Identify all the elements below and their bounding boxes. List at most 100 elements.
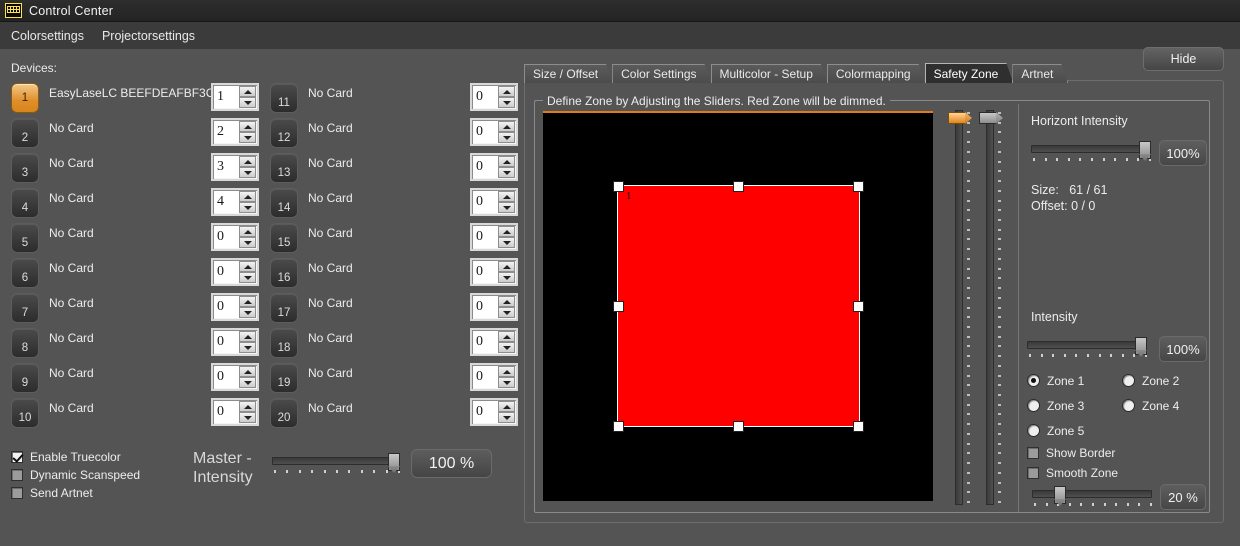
device-spinner-19[interactable]: 0 — [470, 363, 518, 391]
radio-row[interactable]: Zone 5 — [1027, 418, 1122, 443]
horizont-intensity-slider[interactable] — [1031, 141, 1151, 167]
checkbox-send-artnet[interactable] — [11, 487, 23, 499]
device-spinner-5[interactable]: 0 — [211, 223, 259, 251]
zone-rectangle[interactable]: 1 — [618, 186, 859, 426]
zone-canvas[interactable]: 1 — [543, 111, 933, 501]
checkbox-row[interactable]: Dynamic Scanspeed — [11, 466, 140, 484]
device-spinner-16-up-arrow-icon[interactable] — [498, 261, 515, 272]
device-spinner-4[interactable]: 4 — [211, 188, 259, 216]
radio-row[interactable]: Zone 1 — [1027, 368, 1122, 393]
device-spinner-17-down-arrow-icon[interactable] — [498, 307, 515, 318]
device-spinner-6-down-arrow-icon[interactable] — [239, 272, 256, 283]
device-spinner-13-value[interactable]: 0 — [472, 155, 498, 179]
device-spinner-9-down-arrow-icon[interactable] — [239, 377, 256, 388]
zone-handle-top-right[interactable] — [853, 181, 864, 192]
device-spinner-17[interactable]: 0 — [470, 293, 518, 321]
master-intensity-value[interactable]: 100 % — [411, 449, 492, 478]
radio-zone-4[interactable] — [1122, 399, 1135, 412]
device-spinner-16-value[interactable]: 0 — [472, 260, 498, 284]
device-spinner-2-value[interactable]: 2 — [213, 120, 239, 144]
horizont-intensity-slider-track[interactable] — [1031, 145, 1151, 153]
device-spinner-10-value[interactable]: 0 — [213, 400, 239, 424]
device-spinner-14[interactable]: 0 — [470, 188, 518, 216]
device-button-19[interactable]: 19 — [270, 363, 298, 393]
device-spinner-11[interactable]: 0 — [470, 83, 518, 111]
horizont-intensity-slider-thumb[interactable] — [1139, 141, 1151, 159]
device-spinner-11-up-arrow-icon[interactable] — [498, 86, 515, 97]
device-spinner-7-down-arrow-icon[interactable] — [239, 307, 256, 318]
device-button-11[interactable]: 11 — [270, 83, 298, 113]
device-spinner-12-down-arrow-icon[interactable] — [498, 132, 515, 143]
device-button-8[interactable]: 8 — [11, 328, 39, 358]
device-spinner-17-up-arrow-icon[interactable] — [498, 296, 515, 307]
device-button-10[interactable]: 10 — [11, 398, 39, 428]
device-button-5[interactable]: 5 — [11, 223, 39, 253]
device-spinner-12[interactable]: 0 — [470, 118, 518, 146]
checkbox-enable-truecolor[interactable] — [11, 451, 23, 463]
checkbox-row[interactable]: Show Border — [1027, 443, 1118, 463]
checkbox-row[interactable]: Send Artnet — [11, 484, 140, 502]
device-spinner-13[interactable]: 0 — [470, 153, 518, 181]
device-spinner-16-down-arrow-icon[interactable] — [498, 272, 515, 283]
device-spinner-3-down-arrow-icon[interactable] — [239, 167, 256, 178]
tab-safety-zone[interactable]: Safety Zone — [925, 63, 1014, 83]
radio-zone-5[interactable] — [1027, 424, 1040, 437]
smooth-zone-value[interactable]: 20 % — [1160, 484, 1206, 510]
device-spinner-10-up-arrow-icon[interactable] — [239, 401, 256, 412]
device-spinner-20-down-arrow-icon[interactable] — [498, 412, 515, 423]
device-spinner-14-up-arrow-icon[interactable] — [498, 191, 515, 202]
device-spinner-3-value[interactable]: 3 — [213, 155, 239, 179]
zone-vertical-slider-2[interactable] — [977, 110, 1007, 505]
device-spinner-14-down-arrow-icon[interactable] — [498, 202, 515, 213]
checkbox-smooth-zone[interactable] — [1027, 467, 1039, 479]
device-button-3[interactable]: 3 — [11, 153, 39, 183]
radio-zone-3[interactable] — [1027, 399, 1040, 412]
device-spinner-3-up-arrow-icon[interactable] — [239, 156, 256, 167]
zone-handle-bottom-right[interactable] — [853, 421, 864, 432]
device-spinner-17-value[interactable]: 0 — [472, 295, 498, 319]
master-intensity-slider-track[interactable] — [272, 457, 400, 465]
tab-size-offset[interactable]: Size / Offset — [524, 64, 613, 83]
device-button-14[interactable]: 14 — [270, 188, 298, 218]
device-spinner-7-up-arrow-icon[interactable] — [239, 296, 256, 307]
zone-vertical-slider-2-thumb[interactable] — [979, 112, 997, 124]
device-spinner-4-up-arrow-icon[interactable] — [239, 191, 256, 202]
zone-handle-middle-right[interactable] — [853, 301, 864, 312]
zone-vertical-slider-2-track[interactable] — [986, 110, 994, 505]
zone-handle-top-center[interactable] — [733, 181, 744, 192]
zone-vertical-slider-1[interactable] — [946, 110, 976, 505]
device-spinner-5-value[interactable]: 0 — [213, 225, 239, 249]
tab-multicolor-setup[interactable]: Multicolor - Setup — [711, 64, 828, 83]
device-spinner-13-down-arrow-icon[interactable] — [498, 167, 515, 178]
device-spinner-14-value[interactable]: 0 — [472, 190, 498, 214]
device-spinner-15-up-arrow-icon[interactable] — [498, 226, 515, 237]
smooth-zone-slider-thumb[interactable] — [1054, 486, 1066, 504]
device-spinner-13-up-arrow-icon[interactable] — [498, 156, 515, 167]
device-spinner-7[interactable]: 0 — [211, 293, 259, 321]
device-spinner-19-up-arrow-icon[interactable] — [498, 366, 515, 377]
device-spinner-10[interactable]: 0 — [211, 398, 259, 426]
device-spinner-2[interactable]: 2 — [211, 118, 259, 146]
device-button-6[interactable]: 6 — [11, 258, 39, 288]
radio-row[interactable]: Zone 3 — [1027, 393, 1122, 418]
device-spinner-7-value[interactable]: 0 — [213, 295, 239, 319]
zone-handle-top-left[interactable] — [613, 181, 624, 192]
zone-vertical-slider-1-thumb[interactable] — [948, 112, 966, 124]
device-button-15[interactable]: 15 — [270, 223, 298, 253]
checkbox-show-border[interactable] — [1027, 447, 1039, 459]
device-spinner-1-value[interactable]: 1 — [213, 85, 239, 109]
device-spinner-19-value[interactable]: 0 — [472, 365, 498, 389]
device-spinner-11-value[interactable]: 0 — [472, 85, 498, 109]
device-spinner-5-up-arrow-icon[interactable] — [239, 226, 256, 237]
hide-button[interactable]: Hide — [1143, 47, 1224, 71]
menu-item-projectorsettings[interactable]: Projectorsettings — [102, 29, 195, 43]
device-spinner-20-up-arrow-icon[interactable] — [498, 401, 515, 412]
device-spinner-10-down-arrow-icon[interactable] — [239, 412, 256, 423]
device-spinner-18-down-arrow-icon[interactable] — [498, 342, 515, 353]
device-spinner-1[interactable]: 1 — [211, 83, 259, 111]
tab-artnet[interactable]: Artnet — [1012, 64, 1068, 83]
device-spinner-2-down-arrow-icon[interactable] — [239, 132, 256, 143]
device-spinner-11-down-arrow-icon[interactable] — [498, 97, 515, 108]
device-button-7[interactable]: 7 — [11, 293, 39, 323]
device-button-12[interactable]: 12 — [270, 118, 298, 148]
